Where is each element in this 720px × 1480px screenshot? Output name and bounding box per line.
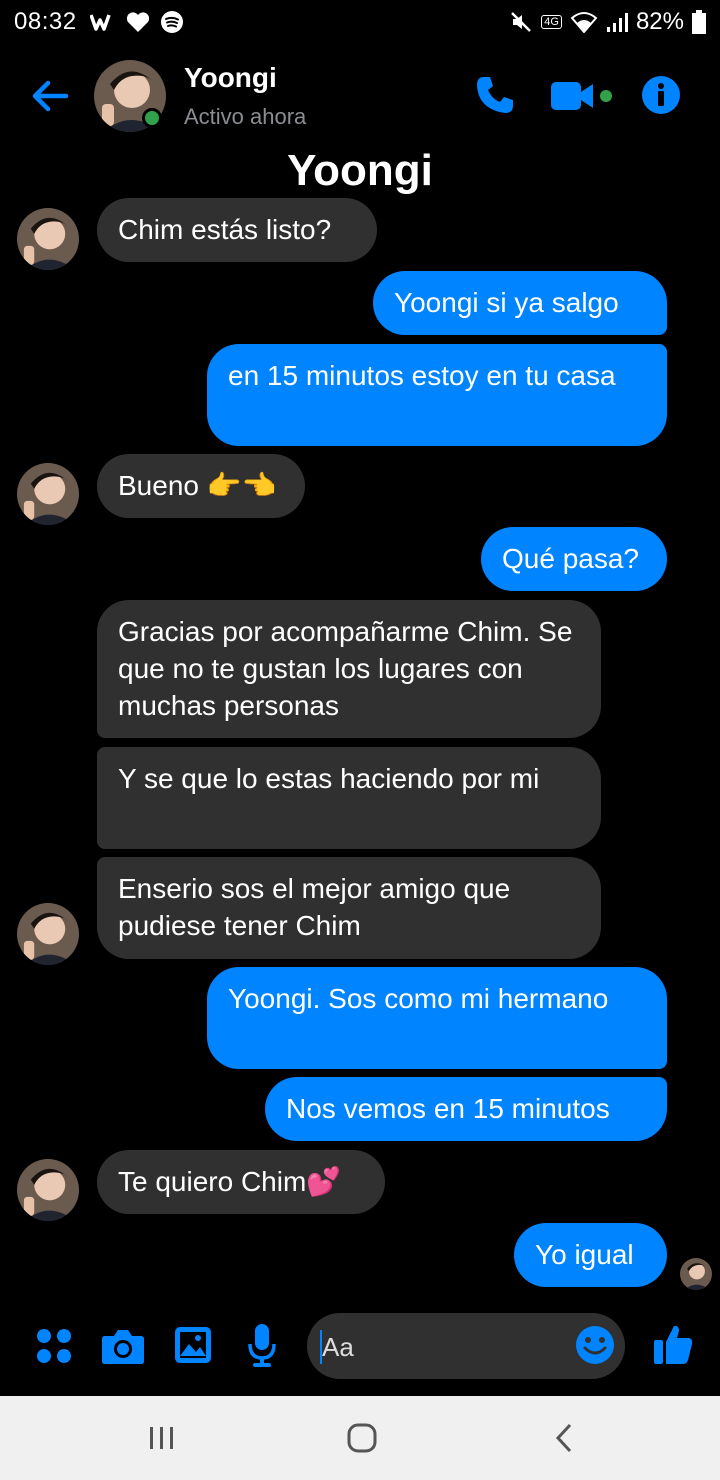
like-button[interactable] <box>652 1322 694 1366</box>
battery-percent: 82% <box>635 8 684 35</box>
nav-back-button[interactable] <box>552 1422 576 1454</box>
emoji-button[interactable] <box>575 1325 615 1365</box>
heart-icon <box>126 12 150 33</box>
network-badge: 4G <box>541 15 562 29</box>
sender-avatar[interactable] <box>17 463 79 525</box>
home-icon <box>347 1423 377 1453</box>
message-outgoing[interactable]: Yo igual <box>514 1223 667 1287</box>
contact-status: Activo ahora <box>184 104 307 129</box>
online-indicator <box>142 108 162 128</box>
sender-avatar[interactable] <box>17 208 79 270</box>
message-outgoing[interactable]: Nos vemos en 15 minutos <box>265 1077 667 1141</box>
gallery-button[interactable] <box>174 1326 212 1364</box>
recent-apps-button[interactable] <box>148 1424 176 1452</box>
contact-name[interactable]: Yoongi <box>184 62 277 94</box>
wattpad-icon <box>90 14 111 31</box>
message-outgoing[interactable]: Qué pasa? <box>481 527 667 591</box>
message-outgoing[interactable]: Yoongi si ya salgo <box>373 271 667 335</box>
emoji-icon <box>576 1326 614 1364</box>
signal-icon <box>606 13 628 32</box>
back-arrow-icon <box>32 80 69 112</box>
video-call-button[interactable] <box>548 76 618 116</box>
camera-button[interactable] <box>101 1326 145 1366</box>
info-button[interactable] <box>640 74 682 116</box>
camera-icon <box>102 1330 144 1364</box>
gallery-icon <box>175 1327 211 1363</box>
mic-icon <box>248 1324 276 1367</box>
phone-icon <box>477 77 513 113</box>
video-icon <box>551 82 612 110</box>
sender-avatar[interactable] <box>17 903 79 965</box>
status-right: 4G 82% <box>509 8 706 36</box>
thumbs-up-icon <box>654 1325 693 1364</box>
conversation-title: Yoongi <box>287 146 433 195</box>
menu-dots-icon <box>37 1329 71 1363</box>
home-button[interactable] <box>346 1422 378 1454</box>
info-icon <box>642 76 680 114</box>
message-outgoing[interactable]: en 15 minutos estoy en tu casa <box>207 344 667 446</box>
message-incoming[interactable]: Te quiero Chim💕 <box>97 1150 385 1214</box>
mute-icon <box>511 12 532 32</box>
message-incoming[interactable]: Chim estás listo? <box>97 198 377 262</box>
message-outgoing[interactable]: Yoongi. Sos como mi hermano <box>207 967 667 1069</box>
sender-avatar[interactable] <box>17 1159 79 1221</box>
battery-icon <box>692 10 706 34</box>
nav-back-icon <box>555 1423 572 1453</box>
status-bar: 08:32 4G 82% <box>0 0 720 44</box>
wifi-icon <box>570 12 598 33</box>
message-incoming[interactable]: Enserio sos el mejor amigo que pudiese t… <box>97 857 601 959</box>
spotify-icon <box>161 11 183 33</box>
notification-icons <box>90 10 184 34</box>
recents-icon <box>150 1427 173 1449</box>
back-button[interactable] <box>28 74 72 118</box>
message-incoming[interactable]: Y se que lo estas haciendo por mi <box>97 747 601 849</box>
status-time: 08:32 <box>14 8 77 35</box>
message-incoming[interactable]: Gracias por acompañarme Chim. Se que no … <box>97 600 601 738</box>
message-input-placeholder: Aa <box>322 1332 354 1362</box>
voice-message-button[interactable] <box>247 1322 277 1368</box>
more-actions-button[interactable] <box>34 1326 74 1366</box>
seen-receipt-avatar <box>680 1258 712 1290</box>
message-incoming[interactable]: Bueno 👉👈 <box>97 454 305 518</box>
system-navigation-bar <box>0 1396 720 1480</box>
voice-call-button[interactable] <box>474 74 516 116</box>
